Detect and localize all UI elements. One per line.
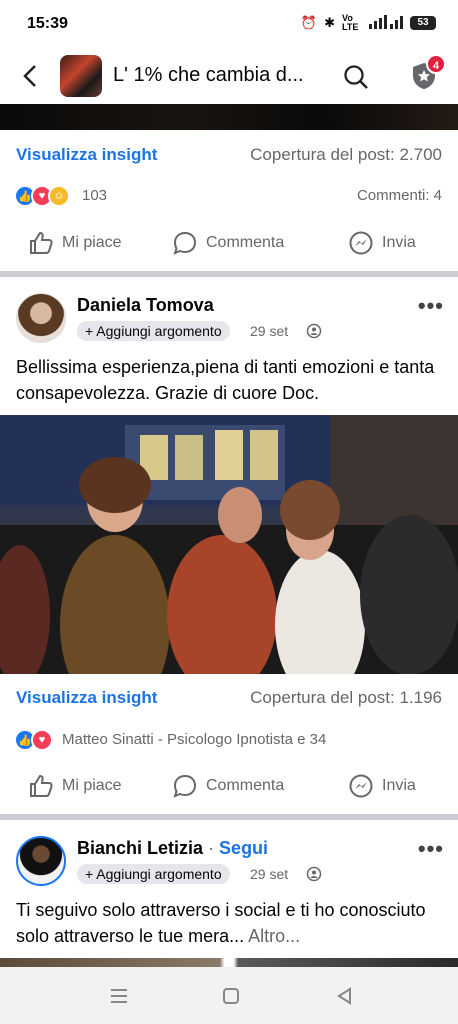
see-more-link[interactable]: Altro... xyxy=(244,926,300,946)
post1-reactions: 👍 ♥ ☺ 103 Commenti: 4 xyxy=(0,182,458,212)
post2-header: Daniela Tomova + Aggiungi argomento 29 s… xyxy=(0,293,458,353)
post-author[interactable]: Bianchi Letizia · Segui xyxy=(77,838,268,859)
share-icon xyxy=(349,231,373,255)
status-bar: 15:39 ⏰ ✱ Vo LTE 53 xyxy=(0,0,458,50)
like-button[interactable]: Mi piace xyxy=(28,230,122,256)
separator: · xyxy=(208,838,220,858)
comment-label: Commenta xyxy=(206,777,285,794)
reaction-count[interactable]: 103 xyxy=(82,187,107,204)
post-date[interactable]: 29 set xyxy=(250,323,288,339)
post1-actions: Mi piace Commenta Invia xyxy=(0,222,458,266)
like-label: Mi piace xyxy=(62,234,122,251)
care-reaction-icon: ☺ xyxy=(48,185,70,207)
more-icon[interactable]: ••• xyxy=(418,293,444,319)
add-topic-button[interactable]: + Aggiungi argomento xyxy=(77,321,230,341)
post3-header: Bianchi Letizia · Segui + Aggiungi argom… xyxy=(0,836,458,896)
back-arrow-icon[interactable] xyxy=(18,63,44,89)
share-label: Invia xyxy=(382,234,416,251)
follow-button[interactable]: Segui xyxy=(219,838,268,858)
like-icon xyxy=(30,231,53,254)
group-thumbnail[interactable] xyxy=(60,55,102,97)
home-icon[interactable] xyxy=(220,985,242,1007)
post-photo[interactable] xyxy=(0,958,458,967)
bluetooth-icon: ✱ xyxy=(324,15,335,30)
avatar[interactable] xyxy=(16,836,66,886)
group-header: L' 1% che cambia d... 4 xyxy=(0,50,458,104)
audience-icon xyxy=(306,323,322,339)
comment-button[interactable]: Commenta xyxy=(172,230,284,256)
comment-button[interactable]: Commenta xyxy=(172,773,284,799)
volte-label: Vo LTE xyxy=(342,13,359,32)
reactor-names[interactable]: Matteo Sinatti - Psicologo Ipnotista e 3… xyxy=(62,731,326,748)
search-icon[interactable] xyxy=(342,63,370,91)
share-button[interactable]: Invia xyxy=(348,230,416,256)
post-coverage: Copertura del post: 2.700 xyxy=(250,145,442,164)
notification-badge: 4 xyxy=(426,54,446,74)
back-icon[interactable] xyxy=(334,985,356,1007)
group-title[interactable]: L' 1% che cambia d... xyxy=(113,64,323,87)
post-date[interactable]: 29 set xyxy=(250,866,288,882)
post2-actions: Mi piace Commenta Invia xyxy=(0,765,458,809)
post-text: Ti seguivo solo attraverso i social e ti… xyxy=(16,897,446,949)
like-label: Mi piace xyxy=(62,777,122,794)
love-reaction-icon: ♥ xyxy=(31,729,53,751)
alarm-icon: ⏰ xyxy=(300,15,318,30)
avatar[interactable] xyxy=(16,293,66,343)
audience-icon xyxy=(306,866,322,882)
like-button[interactable]: Mi piace xyxy=(28,773,122,799)
share-button[interactable]: Invia xyxy=(348,773,416,799)
battery-icon: 53 xyxy=(410,16,436,30)
post-author[interactable]: Daniela Tomova xyxy=(77,295,214,316)
share-icon xyxy=(349,774,373,798)
author-name: Bianchi Letizia xyxy=(77,838,204,858)
comment-icon xyxy=(173,774,197,798)
reaction-icons[interactable]: 👍 ♥ xyxy=(14,729,53,751)
post2-reactions: 👍 ♥ Matteo Sinatti - Psicologo Ipnotista… xyxy=(0,726,458,756)
reaction-icons[interactable]: 👍 ♥ ☺ xyxy=(14,185,70,207)
comment-icon xyxy=(173,231,197,255)
like-icon xyxy=(30,774,53,797)
system-navigation-bar xyxy=(0,967,458,1024)
signal-icon xyxy=(369,14,403,32)
comments-count[interactable]: Commenti: 4 xyxy=(357,187,442,204)
post-text: Bellissima esperienza,piena di tanti emo… xyxy=(16,357,435,403)
add-topic-button[interactable]: + Aggiungi argomento xyxy=(77,864,230,884)
post-divider xyxy=(0,271,458,277)
share-label: Invia xyxy=(382,777,416,794)
status-time: 15:39 xyxy=(27,15,68,32)
photo-illustration xyxy=(0,415,458,674)
post-coverage: Copertura del post: 1.196 xyxy=(250,688,442,707)
post1-insight-row: Visualizza insight Copertura del post: 2… xyxy=(0,137,458,177)
comment-label: Commenta xyxy=(206,234,285,251)
view-insights-link[interactable]: Visualizza insight xyxy=(16,688,157,708)
post-divider xyxy=(0,814,458,820)
view-insights-link[interactable]: Visualizza insight xyxy=(16,145,157,165)
status-icons: ⏰ ✱ Vo LTE 53 xyxy=(301,14,436,32)
previous-post-photo[interactable] xyxy=(0,104,458,130)
post-text-body: Ti seguivo solo attraverso i social e ti… xyxy=(16,900,426,946)
post2-insight-row: Visualizza insight Copertura del post: 1… xyxy=(0,680,458,720)
more-icon[interactable]: ••• xyxy=(418,836,444,862)
recent-apps-icon[interactable] xyxy=(108,985,130,1007)
post-photo[interactable] xyxy=(0,415,458,674)
